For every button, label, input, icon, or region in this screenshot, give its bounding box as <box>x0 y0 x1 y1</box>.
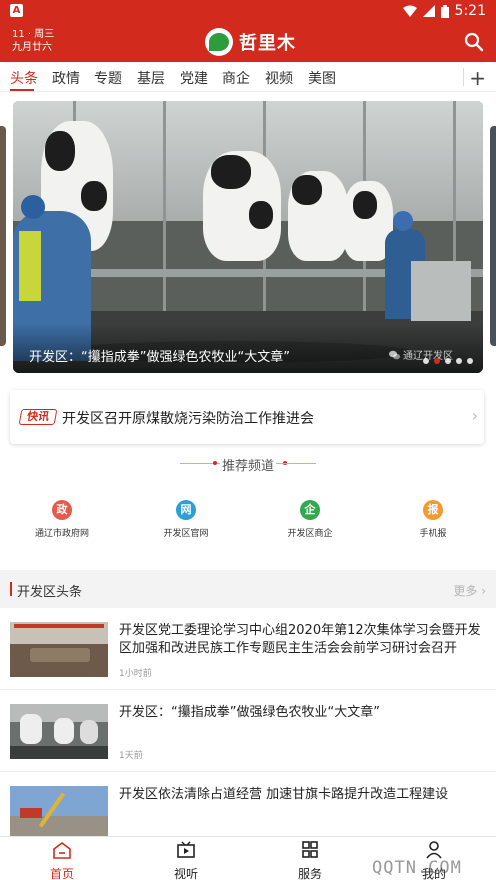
app-header: 11 · 周三 九月廿六 哲里木 <box>0 24 496 62</box>
news-item[interactable]: 开发区依法清除占道经营 加速甘旗卡路提升改造工程建设 <box>0 772 496 836</box>
channel-label: 通辽市政府网 <box>34 529 89 539</box>
app-logo: 哲里木 <box>205 28 296 56</box>
chevron-right-icon: › <box>471 406 478 425</box>
shop-icon: 企 <box>300 500 320 520</box>
wechat-icon <box>389 350 400 359</box>
logo-text: 哲里木 <box>239 33 296 54</box>
tab-photos[interactable]: 美图 <box>308 68 336 88</box>
news-headline: 开发区：“攥指成拳”做强绿色农牧业“大文章” <box>119 705 380 720</box>
more-link[interactable]: 更多 › <box>453 582 486 599</box>
globe-icon: 网 <box>176 500 196 520</box>
channel-tongliao-gov[interactable]: 政 通辽市政府网 <box>7 500 117 539</box>
carousel-dot[interactable] <box>423 358 429 364</box>
notification-icon: A <box>10 4 23 17</box>
date-line-lunar: 九月廿六 <box>12 42 52 53</box>
flash-news-bar[interactable]: 快讯 开发区召开原煤散烧污染防治工作推进会 › <box>10 390 484 444</box>
carousel-next-peek[interactable] <box>490 126 496 346</box>
news-thumbnail <box>10 786 108 836</box>
tab-topics[interactable]: 专题 <box>94 68 122 88</box>
section-title: 开发区头条 <box>17 585 83 600</box>
video-play-icon <box>177 841 195 858</box>
nav-home[interactable]: 首页 <box>22 841 102 880</box>
wifi-icon <box>402 5 417 17</box>
newspaper-icon: 报 <box>423 500 443 520</box>
news-item[interactable]: 开发区党工委理论学习中心组2020年第12次集体学习会暨开发区加强和改进民族工作… <box>0 608 496 690</box>
grid-icon <box>302 841 318 858</box>
nav-media[interactable]: 视听 <box>146 841 226 880</box>
featured-carousel[interactable]: 开发区：“攥指成拳”做强绿色农牧业“大文章” 通辽开发区 <box>13 101 483 373</box>
tab-business[interactable]: 商企 <box>222 68 250 88</box>
status-time: 5:21 <box>454 3 486 19</box>
carousel-dot[interactable] <box>456 358 462 364</box>
nav-label: 视听 <box>173 867 198 880</box>
carousel-dot[interactable] <box>434 358 440 364</box>
add-channel-icon[interactable]: + <box>469 66 486 90</box>
status-bar: A 5:21 <box>0 0 496 24</box>
carousel-dot[interactable] <box>467 358 473 364</box>
news-time: 1天前 <box>119 751 143 761</box>
active-tab-indicator <box>10 89 34 91</box>
date-line-weekday: 11 · 周三 <box>12 29 55 40</box>
news-headline: 开发区依法清除占道经营 加速甘旗卡路提升改造工程建设 <box>119 787 449 802</box>
gov-site-icon: 政 <box>52 500 72 520</box>
signal-icon <box>422 5 435 17</box>
tab-politics[interactable]: 政情 <box>52 68 80 88</box>
channel-label: 开发区官网 <box>163 529 209 539</box>
recommended-title: 推荐频道 <box>221 459 274 474</box>
nav-label: 服务 <box>297 867 322 880</box>
news-item[interactable]: 开发区：“攥指成拳”做强绿色农牧业“大文章” 1天前 <box>0 690 496 772</box>
channel-label: 开发区商企 <box>287 529 333 539</box>
channel-mobile-paper[interactable]: 报 手机报 <box>378 500 488 539</box>
date-display: 11 · 周三 九月廿六 <box>12 28 54 54</box>
tab-headlines[interactable]: 头条 <box>10 68 38 88</box>
carousel-dot[interactable] <box>445 358 451 364</box>
logo-icon <box>205 28 233 56</box>
headlines-section-header: 开发区头条 更多 › <box>0 570 496 608</box>
tab-party[interactable]: 党建 <box>180 68 208 88</box>
news-headline: 开发区党工委理论学习中心组2020年第12次集体学习会暨开发区加强和改进民族工作… <box>119 623 481 656</box>
flash-badge: 快讯 <box>18 409 58 425</box>
nav-label: 首页 <box>49 867 74 880</box>
site-watermark: QQTN.COM <box>372 858 462 878</box>
carousel-caption: 开发区：“攥指成拳”做强绿色农牧业“大文章” <box>29 350 290 365</box>
nav-services[interactable]: 服务 <box>270 841 350 880</box>
user-icon <box>426 841 442 859</box>
news-time: 1小时前 <box>119 669 152 679</box>
news-thumbnail <box>10 622 108 677</box>
news-thumbnail <box>10 704 108 759</box>
channel-label: 手机报 <box>419 529 447 539</box>
flash-news-text[interactable]: 开发区召开原煤散烧污染防治工作推进会 <box>62 408 314 428</box>
tab-video[interactable]: 视频 <box>265 68 293 88</box>
channel-official-site[interactable]: 网 开发区官网 <box>131 500 241 539</box>
tab-grassroots[interactable]: 基层 <box>137 68 165 88</box>
battery-icon <box>440 4 449 18</box>
home-icon <box>53 842 71 859</box>
carousel-dots <box>423 358 473 364</box>
category-tabs: 头条 政情 专题 基层 党建 商企 视频 美图 + <box>0 62 496 92</box>
search-icon[interactable] <box>464 32 484 52</box>
channel-business[interactable]: 企 开发区商企 <box>255 500 365 539</box>
carousel-prev-peek[interactable] <box>0 126 6 346</box>
